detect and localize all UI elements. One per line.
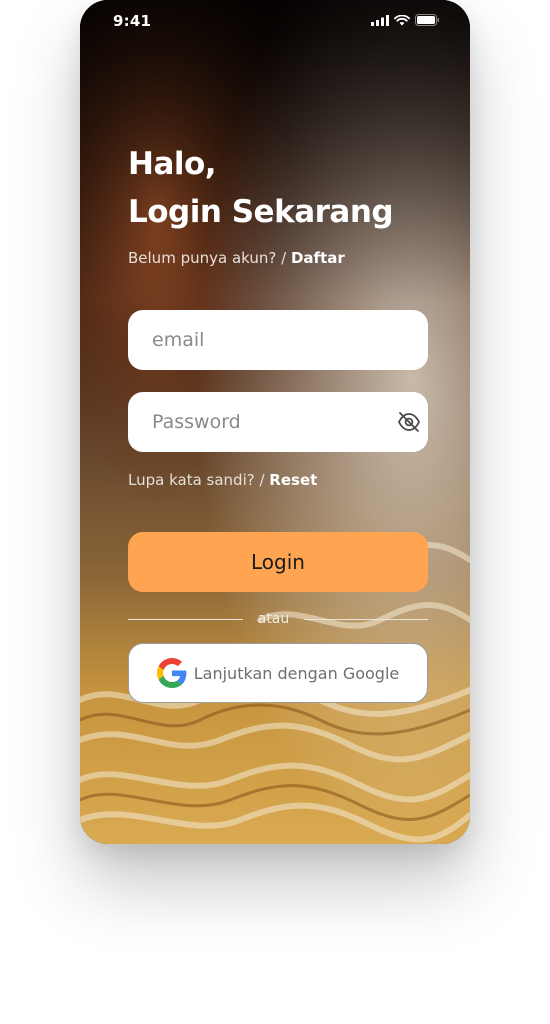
register-prompt: Belum punya akun? / Daftar xyxy=(128,249,345,267)
or-divider: atau xyxy=(128,610,428,630)
register-link[interactable]: Daftar xyxy=(291,249,345,267)
page-title: Halo, Login Sekarang xyxy=(128,140,394,236)
eye-off-icon[interactable] xyxy=(397,409,421,435)
status-time: 9:41 xyxy=(113,12,152,30)
status-icons xyxy=(371,14,440,26)
divider-text: atau xyxy=(257,611,290,627)
google-button-label: Lanjutkan dengan Google xyxy=(193,663,400,683)
divider-line-left xyxy=(128,619,243,620)
wifi-icon xyxy=(394,14,410,25)
forgot-password-prompt: Lupa kata sandi? / Reset xyxy=(128,471,317,489)
email-field-container[interactable] xyxy=(128,310,428,370)
title-greeting: Halo, xyxy=(128,146,217,182)
status-bar: 9:41 xyxy=(80,0,470,44)
google-logo-icon xyxy=(156,658,187,688)
forgot-prompt-text: Lupa kata sandi? / xyxy=(128,471,270,489)
phone-screen: 9:41 Halo, Login Sekarang Belum punya ak… xyxy=(80,0,470,844)
title-main: Login Sekarang xyxy=(128,194,394,230)
signal-icon xyxy=(371,14,389,26)
register-prompt-text: Belum punya akun? / xyxy=(128,249,291,267)
email-input[interactable] xyxy=(150,328,406,352)
battery-icon xyxy=(415,14,440,26)
reset-link[interactable]: Reset xyxy=(269,471,317,489)
divider-line-right xyxy=(304,619,428,620)
google-login-button[interactable]: Lanjutkan dengan Google xyxy=(128,643,428,703)
password-field-container[interactable] xyxy=(128,392,428,452)
password-input[interactable] xyxy=(150,410,397,434)
login-button[interactable]: Login xyxy=(128,532,428,592)
